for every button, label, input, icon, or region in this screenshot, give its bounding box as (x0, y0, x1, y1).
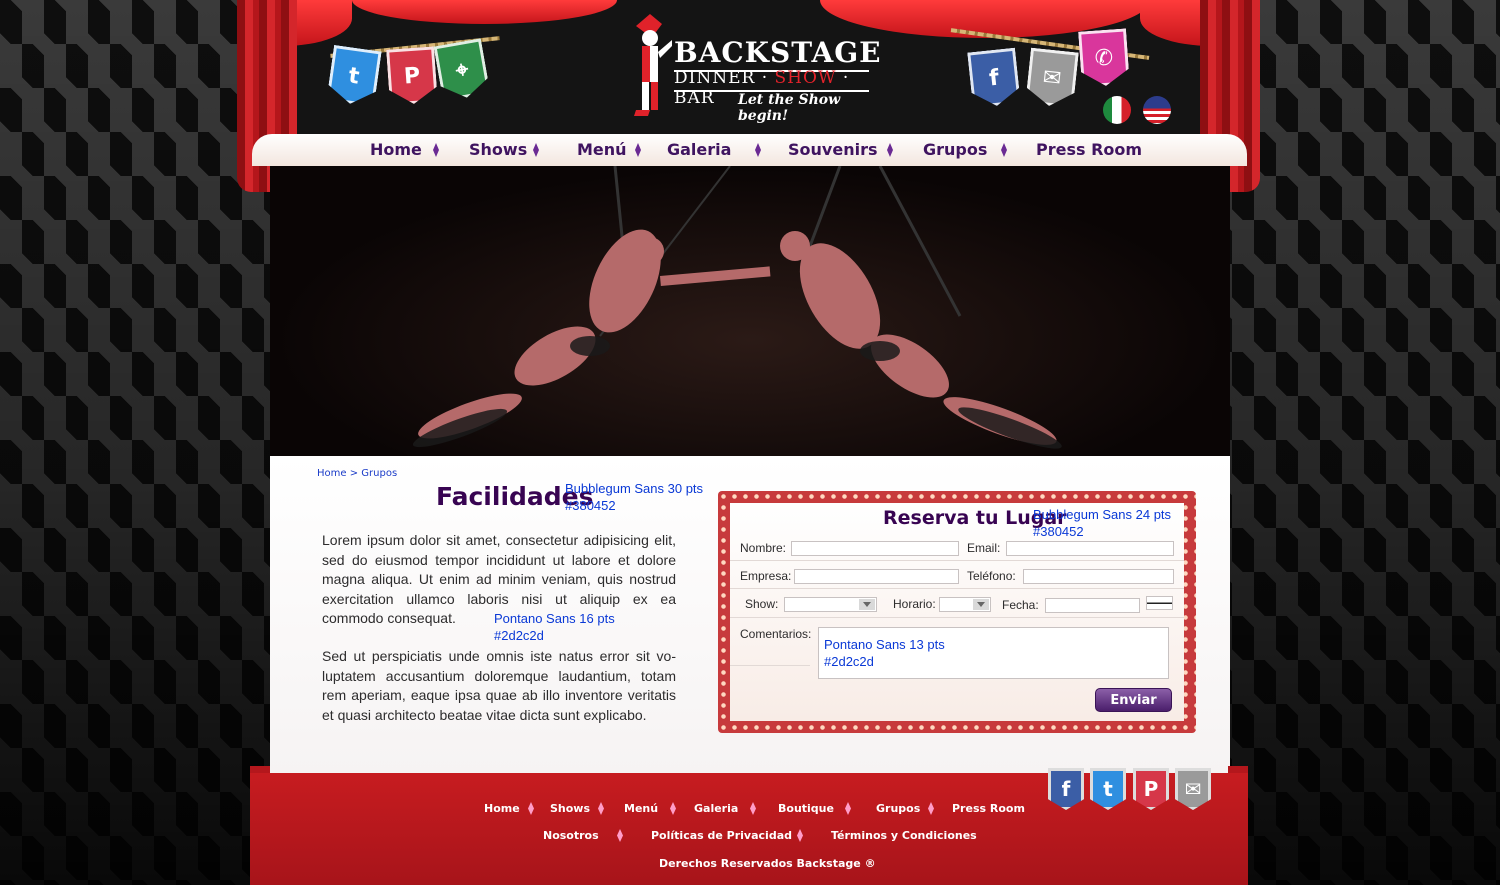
footer-separator (797, 829, 803, 842)
style-note: Pontano Sans 16 pts #2d2c2d (494, 610, 615, 644)
show-label: Show: (745, 597, 779, 611)
breadcrumb-current[interactable]: Grupos (361, 468, 397, 479)
acrobats-image (412, 166, 1062, 449)
style-note-line: #2d2c2d (494, 628, 544, 643)
reservation-form: Reserva tu Lugar Bubblegum Sans 24 pts #… (730, 503, 1184, 721)
chevron-down-icon (859, 599, 875, 610)
comentarios-label: Comentarios: (740, 627, 812, 641)
footer-separator (528, 802, 534, 815)
style-note-line: Bubblegum Sans 24 pts (1033, 507, 1172, 522)
fecha-label: Fecha: (1002, 598, 1039, 612)
telefono-label: Teléfono: (967, 569, 1016, 583)
footer-link-nosotros[interactable]: Nosotros (543, 829, 599, 842)
form-divider (730, 617, 1184, 618)
nav-separator (887, 143, 893, 157)
form-divider (730, 588, 1184, 589)
nav-item-press-room[interactable]: Press Room (1036, 140, 1142, 159)
usa-flag-icon[interactable] (1143, 96, 1171, 124)
reservation-marquee: Reserva tu Lugar Bubblegum Sans 24 pts #… (718, 491, 1196, 733)
horario-select[interactable] (939, 597, 991, 612)
nav-separator (755, 143, 761, 157)
calendar-button[interactable] (1146, 596, 1173, 610)
logo-title: BACKSTAGE (674, 36, 882, 69)
mexico-flag-icon[interactable] (1103, 96, 1131, 124)
footer-link-boutique[interactable]: Boutique (778, 802, 834, 815)
breadcrumb-separator: > (346, 468, 362, 479)
footer-link-grupos[interactable]: Grupos (876, 802, 920, 815)
logo[interactable]: BACKSTAGE DINNER · SHOW · BAR Let the Sh… (628, 10, 881, 124)
style-note: Pontano Sans 13 pts #2d2c2d (824, 636, 945, 670)
footer-separator (598, 802, 604, 815)
footer-separator (750, 802, 756, 815)
footer-link-menu[interactable]: Menú (624, 802, 658, 815)
style-note: Bubblegum Sans 30 pts #380452 (565, 480, 703, 514)
nav-separator (433, 143, 439, 157)
nav-item-shows[interactable]: Shows (469, 140, 527, 159)
nav-item-souvenirs[interactable]: Souvenirs (788, 140, 877, 159)
chevron-down-icon (973, 599, 989, 610)
email-label: Email: (967, 541, 1001, 555)
nombre-label: Nombre: (740, 541, 787, 555)
jester-logo-icon (634, 14, 672, 116)
empresa-field[interactable] (794, 569, 959, 584)
email-field[interactable] (1006, 541, 1174, 556)
footer-link-press-room[interactable]: Press Room (952, 802, 1025, 815)
hero-image (270, 166, 1230, 456)
nav-item-galeria[interactable]: Galeria (667, 140, 731, 159)
footer-separator (928, 802, 934, 815)
footer-link-terminos[interactable]: Términos y Condiciones (831, 829, 977, 842)
form-divider (730, 560, 1184, 561)
nav-separator (1001, 143, 1007, 157)
nav-separator (635, 143, 641, 157)
form-divider (730, 665, 810, 666)
footer-link-home[interactable]: Home (484, 802, 520, 815)
style-note-line: Pontano Sans 13 pts (824, 637, 945, 652)
main-nav: Home Shows Menú Galeria Souvenirs Grupos… (252, 134, 1247, 166)
nav-item-menu[interactable]: Menú (577, 140, 627, 159)
footer-separator (845, 802, 851, 815)
footer-link-privacidad[interactable]: Políticas de Privacidad (651, 829, 792, 842)
footer-separator (670, 802, 676, 815)
content-area: Home > Grupos Facilidades Bubblegum Sans… (270, 456, 1230, 774)
nav-separator (533, 143, 539, 157)
breadcrumb-home[interactable]: Home (317, 468, 347, 479)
nav-item-home[interactable]: Home (370, 140, 422, 159)
style-note-line: Pontano Sans 16 pts (494, 611, 615, 626)
body-paragraph-2: Sed ut perspiciatis unde omnis iste natu… (322, 648, 676, 723)
style-note-line: Bubblegum Sans 30 pts (565, 481, 704, 496)
empresa-label: Empresa: (740, 569, 792, 583)
footer-separator (617, 829, 623, 842)
logo-tagline: Let the Show begin! (738, 92, 841, 124)
style-note-line: #380452 (1033, 524, 1084, 539)
breadcrumb: Home > Grupos (317, 468, 397, 479)
send-button[interactable]: Enviar (1095, 688, 1172, 712)
nav-item-grupos[interactable]: Grupos (923, 140, 987, 159)
style-note-line: #380452 (565, 498, 616, 513)
horario-label: Horario: (893, 597, 936, 611)
style-note: Bubblegum Sans 24 pts #380452 (1033, 506, 1171, 540)
style-note-line: #2d2c2d (824, 654, 874, 669)
show-select[interactable] (784, 597, 877, 612)
footer-link-galeria[interactable]: Galeria (694, 802, 738, 815)
fecha-field[interactable] (1045, 598, 1140, 613)
telefono-field[interactable] (1023, 569, 1174, 584)
page: t P ⌖ BACKSTAGE DINNER · SHOW · BAR Let … (0, 0, 1500, 885)
footer-link-shows[interactable]: Shows (550, 802, 590, 815)
nombre-field[interactable] (791, 541, 959, 556)
copyright: Derechos Reservados Backstage ® (659, 857, 876, 870)
